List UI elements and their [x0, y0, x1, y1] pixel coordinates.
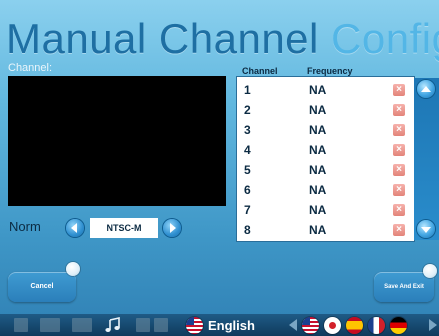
channel-frequency: NA — [309, 123, 327, 137]
delete-channel-button[interactable]: × — [393, 224, 405, 236]
window-icon — [72, 318, 92, 332]
language-de-button[interactable] — [390, 316, 407, 334]
channel-frequency: NA — [309, 223, 327, 237]
grid-icon — [14, 318, 28, 332]
window-icon — [40, 318, 60, 332]
taskbar-slot-icon[interactable] — [136, 318, 150, 332]
close-icon: × — [396, 84, 402, 95]
delete-channel-button[interactable]: × — [393, 144, 405, 156]
channel-number: 6 — [244, 183, 251, 197]
arrow-down-icon — [421, 226, 431, 233]
channel-frequency: NA — [309, 83, 327, 97]
channel-row[interactable]: 8 NA × — [237, 220, 414, 239]
knob-icon — [66, 262, 80, 276]
language-us-button[interactable] — [302, 316, 319, 334]
page-title: Manual Channel Config — [6, 14, 439, 64]
channel-frequency: NA — [309, 183, 327, 197]
language-jp-button[interactable] — [324, 316, 341, 334]
channel-frequency: NA — [309, 103, 327, 117]
close-icon: × — [396, 184, 402, 195]
manual-channel-config-screen: Manual Channel Config Channel: Norm NTSC… — [0, 0, 439, 336]
grid-icon — [136, 318, 150, 332]
norm-value: NTSC-M — [90, 218, 158, 238]
taskbar-slot-icon[interactable] — [40, 318, 60, 332]
column-header-frequency: Frequency — [307, 66, 353, 76]
norm-label: Norm — [9, 219, 41, 234]
delete-channel-button[interactable]: × — [393, 84, 405, 96]
channel-row[interactable]: 1 NA × — [237, 80, 414, 99]
us-flag-icon — [186, 316, 203, 334]
channel-number: 8 — [244, 223, 251, 237]
channel-number: 5 — [244, 163, 251, 177]
us-flag-icon — [302, 316, 319, 334]
channel-frequency: NA — [309, 143, 327, 157]
column-header-channel: Channel — [242, 66, 278, 76]
channel-row[interactable]: 6 NA × — [237, 180, 414, 199]
norm-next-button[interactable] — [163, 219, 181, 237]
channel-list-scrollbar[interactable] — [414, 78, 439, 240]
close-icon: × — [396, 204, 402, 215]
channel-row[interactable]: 5 NA × — [237, 160, 414, 179]
knob-icon — [423, 264, 437, 278]
delete-channel-button[interactable]: × — [393, 104, 405, 116]
close-icon: × — [396, 104, 402, 115]
taskbar-slot-icon[interactable] — [72, 318, 92, 332]
channel-list: 1 NA × 2 NA × 3 NA × 4 NA × 5 NA × 6 NA … — [236, 76, 415, 242]
arrow-left-icon — [71, 223, 77, 233]
de-flag-icon — [390, 316, 407, 334]
language-button[interactable] — [186, 316, 203, 334]
channel-frequency: NA — [309, 203, 327, 217]
close-icon: × — [396, 224, 402, 235]
channel-number: 4 — [244, 143, 251, 157]
language-label: English — [208, 318, 255, 333]
close-icon: × — [396, 124, 402, 135]
arrow-right-icon — [170, 223, 176, 233]
norm-previous-button[interactable] — [66, 219, 84, 237]
music-button[interactable] — [104, 317, 122, 332]
channel-frequency: NA — [309, 163, 327, 177]
arrow-up-icon — [421, 85, 431, 92]
delete-channel-button[interactable]: × — [393, 204, 405, 216]
language-es-button[interactable] — [346, 316, 363, 334]
arrow-right-icon[interactable] — [429, 319, 437, 331]
channel-row[interactable]: 3 NA × — [237, 120, 414, 139]
channel-number: 2 — [244, 103, 251, 117]
channel-row[interactable]: 4 NA × — [237, 140, 414, 159]
channel-label: Channel: — [8, 62, 53, 74]
title-main: Manual Channel — [6, 15, 319, 62]
music-icon — [105, 317, 120, 332]
scroll-up-button[interactable] — [417, 80, 435, 98]
es-flag-icon — [346, 316, 363, 334]
channel-number: 3 — [244, 123, 251, 137]
delete-channel-button[interactable]: × — [393, 124, 405, 136]
close-icon: × — [396, 144, 402, 155]
scroll-down-button[interactable] — [417, 220, 435, 238]
channel-number: 1 — [244, 83, 251, 97]
delete-channel-button[interactable]: × — [393, 184, 405, 196]
arrow-left-icon[interactable] — [289, 319, 297, 331]
taskbar-slot-icon[interactable] — [154, 318, 168, 332]
close-icon: × — [396, 164, 402, 175]
channel-row[interactable]: 7 NA × — [237, 200, 414, 219]
check-icon — [154, 318, 168, 332]
video-preview — [8, 76, 226, 206]
taskbar-slot-icon[interactable] — [14, 318, 28, 332]
channel-number: 7 — [244, 203, 251, 217]
channel-row[interactable]: 2 NA × — [237, 100, 414, 119]
jp-flag-icon — [324, 316, 341, 334]
fr-flag-icon — [368, 316, 385, 334]
cancel-button[interactable]: Cancel — [8, 272, 76, 302]
language-fr-button[interactable] — [368, 316, 385, 334]
title-highlight: Config — [331, 15, 439, 62]
delete-channel-button[interactable]: × — [393, 164, 405, 176]
